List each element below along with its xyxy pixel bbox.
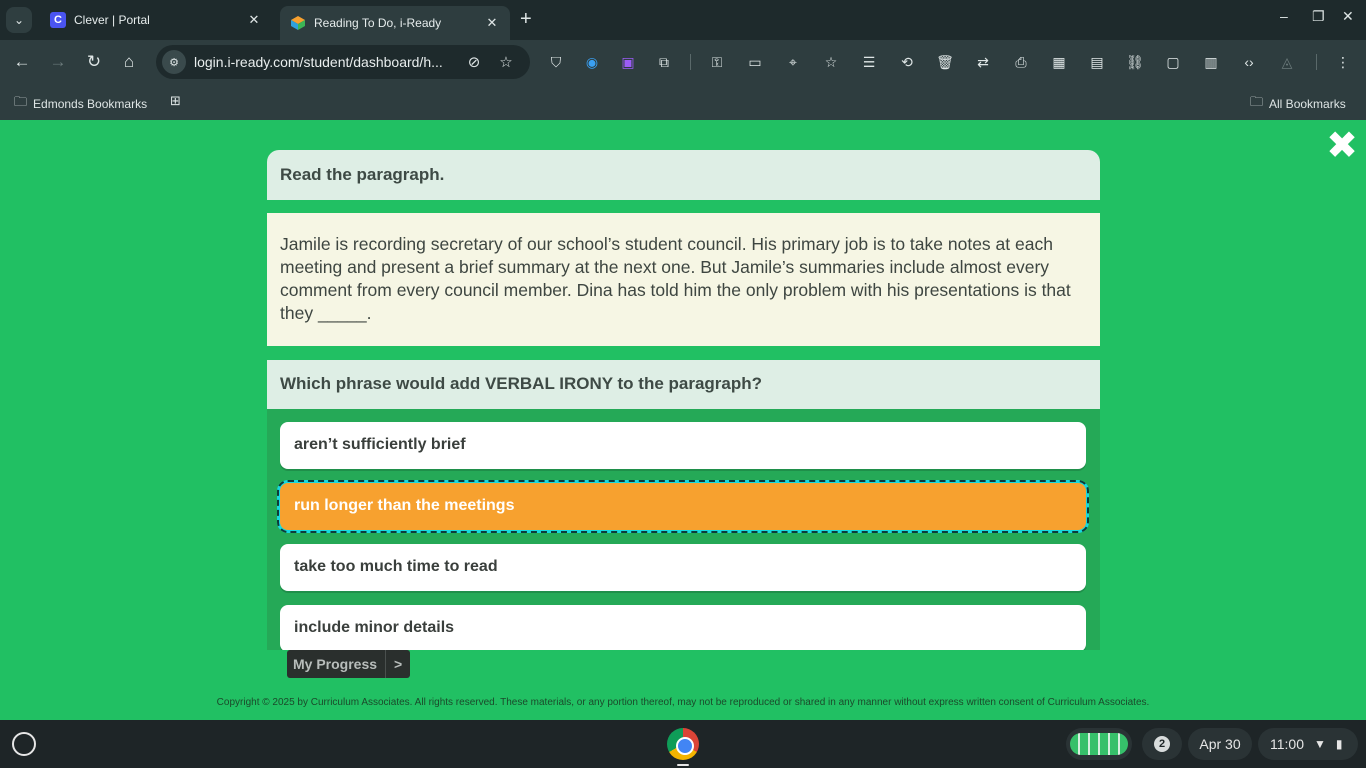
- notification-count: 2: [1154, 736, 1170, 752]
- extension-badge-icon[interactable]: ◉: [583, 53, 601, 71]
- cast-icon[interactable]: ▢: [1164, 53, 1182, 71]
- chevron-down-icon: ⌄: [13, 13, 25, 27]
- qr-code-icon[interactable]: ▦: [1050, 53, 1068, 71]
- puzzle-extension-icon[interactable]: ▣: [619, 53, 637, 71]
- battery-icon: ▮: [1335, 737, 1343, 751]
- reading-list-icon[interactable]: ☰: [860, 53, 878, 71]
- tab-strip: ⌄ C Clever | Portal ✕ Reading To Do, i-R…: [0, 0, 1366, 40]
- url-text[interactable]: login.i-ready.com/student/dashboard/h...: [194, 54, 454, 70]
- answer-choice[interactable]: take too much time to read: [280, 544, 1086, 591]
- link-icon[interactable]: ⛓: [1126, 53, 1144, 71]
- toolbar-divider: [1316, 54, 1317, 70]
- back-icon[interactable]: ←: [11, 51, 33, 73]
- tab-layout-icon[interactable]: ▥: [1202, 53, 1220, 71]
- tab-title: Clever | Portal: [74, 13, 150, 27]
- credit-card-icon[interactable]: ▭: [746, 53, 764, 71]
- launcher-icon[interactable]: [12, 732, 36, 756]
- trash-icon[interactable]: 🗑: [936, 53, 954, 71]
- folder-icon: 🗀: [14, 94, 28, 109]
- key-icon[interactable]: ⚿: [708, 53, 726, 71]
- reading-passage: Jamile is recording secretary of our sch…: [267, 213, 1100, 346]
- folder-icon: 🗀: [1250, 94, 1264, 109]
- my-progress-button[interactable]: My Progress >: [287, 650, 411, 678]
- answer-choice[interactable]: aren’t sufficiently brief: [280, 422, 1086, 469]
- toolbar-divider: [690, 54, 691, 70]
- restore-icon[interactable]: ❐: [1312, 8, 1325, 25]
- reader-mode-icon[interactable]: ▤: [1088, 53, 1106, 71]
- answer-choices: aren’t sufficiently brief run longer tha…: [267, 409, 1100, 650]
- chrome-browser-icon[interactable]: [667, 728, 699, 760]
- minimize-icon[interactable]: –: [1280, 8, 1288, 24]
- shield-icon[interactable]: ⛉: [547, 53, 565, 71]
- progress-arrow: >: [393, 656, 403, 672]
- exit-lesson-close-icon[interactable]: ✖: [1326, 127, 1358, 165]
- tote-thumbnail-icon: [1070, 733, 1128, 755]
- apps-grid-icon: ⊞: [170, 93, 181, 108]
- running-indicator: [677, 764, 689, 766]
- instruction-text: Read the paragraph.: [267, 150, 1100, 200]
- wifi-icon: ▼: [1314, 737, 1326, 751]
- code-icon[interactable]: ‹›: [1240, 53, 1258, 71]
- bookmarks-bar: 🗀 Edmonds Bookmarks ⊞ 🗀 All Bookmarks: [0, 84, 1366, 120]
- location-pin-icon[interactable]: ⌖: [784, 53, 802, 71]
- question-prompt: Which phrase would add VERBAL IRONY to t…: [267, 360, 1100, 409]
- tab-clever[interactable]: C Clever | Portal ✕: [40, 6, 272, 34]
- incognito-icon[interactable]: ◬: [1278, 53, 1296, 71]
- status-tray-button[interactable]: 11:00 ▼ ▮: [1258, 728, 1358, 760]
- bookmark-folder-all[interactable]: 🗀 All Bookmarks: [1250, 93, 1346, 115]
- menu-kebab-icon[interactable]: ⋮: [1334, 53, 1352, 71]
- history-icon[interactable]: ⟲: [898, 53, 916, 71]
- home-icon[interactable]: ⌂: [118, 51, 140, 73]
- answer-choice[interactable]: include minor details: [280, 605, 1086, 650]
- answer-choice-selected[interactable]: run longer than the meetings: [277, 480, 1089, 533]
- system-shelf: 2 Apr 30 11:00 ▼ ▮: [0, 720, 1366, 768]
- notification-button[interactable]: 2: [1142, 728, 1182, 760]
- tab-title: Reading To Do, i-Ready: [314, 16, 442, 30]
- close-icon[interactable]: ✕: [246, 12, 262, 28]
- new-tab-button[interactable]: +: [520, 9, 532, 29]
- tote-holding-space-button[interactable]: [1066, 728, 1132, 760]
- bookmark-star-icon[interactable]: ☆: [494, 53, 518, 71]
- iready-favicon-icon: [290, 15, 306, 31]
- bookmark-label: Edmonds Bookmarks: [33, 97, 148, 111]
- browser-toolbar: ← → ↻ ⌂ ⚙ login.i-ready.com/student/dash…: [0, 40, 1366, 84]
- bookmark-label: All Bookmarks: [1269, 97, 1346, 111]
- translate-icon[interactable]: ⇄: [974, 53, 992, 71]
- print-icon[interactable]: ⎙: [1012, 53, 1030, 71]
- reload-icon[interactable]: ↻: [83, 51, 105, 73]
- address-bar[interactable]: ⚙ login.i-ready.com/student/dashboard/h.…: [156, 45, 530, 79]
- apps-grid-button[interactable]: ⊞: [170, 93, 187, 109]
- copyright-notice: Copyright © 2025 by Curriculum Associate…: [216, 697, 1150, 708]
- extensions-icon[interactable]: ⧉: [655, 53, 673, 71]
- tab-iready[interactable]: Reading To Do, i-Ready ✕: [280, 6, 510, 40]
- clever-favicon-icon: C: [50, 12, 66, 28]
- question-panel: Read the paragraph. Jamile is recording …: [267, 150, 1100, 650]
- my-progress-label: My Progress: [287, 650, 387, 678]
- tab-search-button[interactable]: ⌄: [6, 7, 32, 33]
- star-icon[interactable]: ☆: [822, 53, 840, 71]
- close-icon[interactable]: ✕: [484, 15, 500, 31]
- date-button[interactable]: Apr 30: [1188, 728, 1252, 760]
- bookmark-folder-edmonds[interactable]: 🗀 Edmonds Bookmarks: [14, 93, 147, 115]
- clock-time: 11:00: [1270, 736, 1304, 752]
- eye-off-icon[interactable]: ⊘: [462, 53, 486, 71]
- forward-icon[interactable]: →: [47, 51, 69, 73]
- close-window-icon[interactable]: ✕: [1342, 8, 1354, 25]
- site-info-icon[interactable]: ⚙: [162, 50, 186, 74]
